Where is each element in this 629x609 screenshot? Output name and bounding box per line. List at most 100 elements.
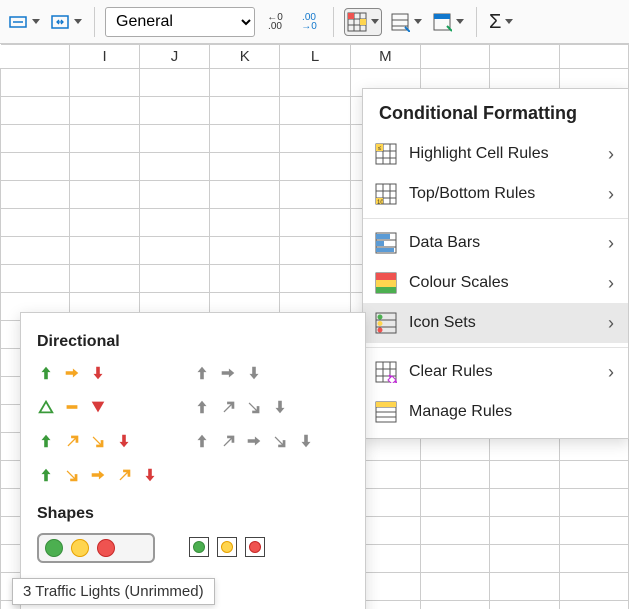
iconset-5-arrows-grey[interactable] (193, 429, 315, 453)
highlight-cell-rules-icon: ≤ (375, 143, 397, 165)
arrow-up-icon (193, 398, 211, 416)
arrow-up-icon (37, 364, 55, 382)
square-yellow-icon (217, 537, 237, 557)
spreadsheet-grid[interactable]: I J K L M Conditional Formattin (0, 44, 629, 609)
wrap-text-button[interactable] (6, 8, 42, 36)
manage-rules-icon (375, 401, 397, 423)
chevron-right-icon: › (608, 362, 614, 383)
menu-item-manage-rules[interactable]: Manage Rules (363, 392, 628, 432)
chevron-right-icon: › (608, 184, 614, 205)
chevron-down-icon (414, 19, 422, 24)
ribbon: General ←0.00 .00→0 Σ (0, 0, 629, 44)
format-as-table-button[interactable] (388, 8, 424, 36)
conditional-formatting-icon (347, 12, 367, 32)
arrow-diag-up-icon (115, 466, 133, 484)
increase-decimal-button[interactable]: .00→0 (295, 8, 323, 36)
menu-item-icon-sets[interactable]: Icon Sets › (363, 303, 628, 343)
menu-item-colour-scales[interactable]: Colour Scales › (363, 263, 628, 303)
column-header[interactable]: M (350, 45, 421, 69)
circle-green-icon (45, 539, 63, 557)
menu-item-clear-rules[interactable]: Clear Rules › (363, 352, 628, 392)
arrow-right-icon (245, 432, 263, 450)
separator (333, 7, 334, 37)
menu-item-label: Data Bars (409, 234, 596, 252)
square-green-icon (189, 537, 209, 557)
arrow-up-icon (193, 432, 211, 450)
chevron-down-icon (371, 19, 379, 24)
clear-rules-icon (375, 361, 397, 383)
arrow-right-icon (63, 364, 81, 382)
column-header[interactable] (421, 45, 490, 69)
column-header[interactable] (490, 45, 559, 69)
chevron-down-icon (456, 19, 464, 24)
column-header[interactable] (559, 45, 628, 69)
iconset-3-arrows-colored[interactable] (37, 361, 159, 385)
arrow-right-icon (89, 466, 107, 484)
menu-item-label: Clear Rules (409, 363, 596, 381)
chevron-down-icon (32, 19, 40, 24)
menu-item-label: Manage Rules (409, 403, 614, 421)
column-header[interactable]: I (70, 45, 140, 69)
circle-red-icon (97, 539, 115, 557)
autosum-button[interactable]: Σ (487, 8, 515, 36)
iconset-4-arrows-colored[interactable] (37, 429, 159, 453)
icon-sets-submenu: Directional (20, 312, 366, 609)
number-format-select[interactable]: General (105, 7, 255, 37)
dash-icon (63, 398, 81, 416)
separator (476, 7, 477, 37)
section-heading-shapes: Shapes (37, 505, 349, 523)
svg-text:10: 10 (377, 200, 384, 205)
arrow-diag-up-icon (219, 398, 237, 416)
iconset-3-traffic-lights-unrimmed[interactable] (37, 533, 155, 563)
menu-item-label: Highlight Cell Rules (409, 145, 596, 163)
chevron-down-icon (505, 19, 513, 24)
arrow-up-icon (37, 466, 55, 484)
iconset-3-arrows-grey[interactable] (193, 361, 315, 385)
menu-item-label: Icon Sets (409, 314, 596, 332)
arrow-down-icon (141, 466, 159, 484)
arrow-up-icon (193, 364, 211, 382)
conditional-formatting-menu: Conditional Formatting ≤ Highlight Cell … (362, 88, 629, 439)
merge-button[interactable] (48, 8, 84, 36)
cell-styles-button[interactable] (430, 8, 466, 36)
arrow-down-icon (297, 432, 315, 450)
menu-item-top-bottom-rules[interactable]: 10 Top/Bottom Rules › (363, 174, 628, 214)
top-bottom-rules-icon: 10 (375, 183, 397, 205)
decrease-decimal-button[interactable]: ←0.00 (261, 8, 289, 36)
arrow-down-icon (115, 432, 133, 450)
iconset-3-triangles[interactable] (37, 395, 159, 419)
iconset-4-arrows-grey[interactable] (193, 395, 315, 419)
menu-item-label: Colour Scales (409, 274, 596, 292)
tooltip: 3 Traffic Lights (Unrimmed) (12, 578, 215, 605)
icon-sets-icon (375, 312, 397, 334)
arrow-diag-up-icon (63, 432, 81, 450)
triangle-up-icon (37, 398, 55, 416)
column-header-row: I J K L M (1, 45, 629, 69)
data-bars-icon (375, 232, 397, 254)
column-header[interactable]: K (210, 45, 280, 69)
colour-scales-icon (375, 272, 397, 294)
menu-item-highlight-cell-rules[interactable]: ≤ Highlight Cell Rules › (363, 134, 628, 174)
section-heading-directional: Directional (37, 333, 349, 351)
conditional-formatting-button[interactable] (344, 8, 382, 36)
iconset-5-arrows-colored[interactable] (37, 463, 159, 487)
menu-title: Conditional Formatting (363, 89, 628, 134)
arrow-diag-down-icon (89, 432, 107, 450)
separator (94, 7, 95, 37)
arrow-diag-down-icon (271, 432, 289, 450)
arrow-down-icon (245, 364, 263, 382)
circle-yellow-icon (71, 539, 89, 557)
arrow-down-icon (89, 364, 107, 382)
arrow-diag-down-icon (245, 398, 263, 416)
arrow-right-icon (219, 364, 237, 382)
menu-item-data-bars[interactable]: Data Bars › (363, 223, 628, 263)
triangle-down-icon (89, 398, 107, 416)
menu-item-label: Top/Bottom Rules (409, 185, 596, 203)
directional-sets (37, 361, 349, 487)
arrow-down-icon (271, 398, 289, 416)
column-header[interactable]: L (280, 45, 350, 69)
arrow-diag-down-icon (63, 466, 81, 484)
column-header[interactable]: J (139, 45, 209, 69)
chevron-right-icon: › (608, 313, 614, 334)
iconset-3-traffic-lights-rimmed[interactable] (189, 533, 265, 561)
